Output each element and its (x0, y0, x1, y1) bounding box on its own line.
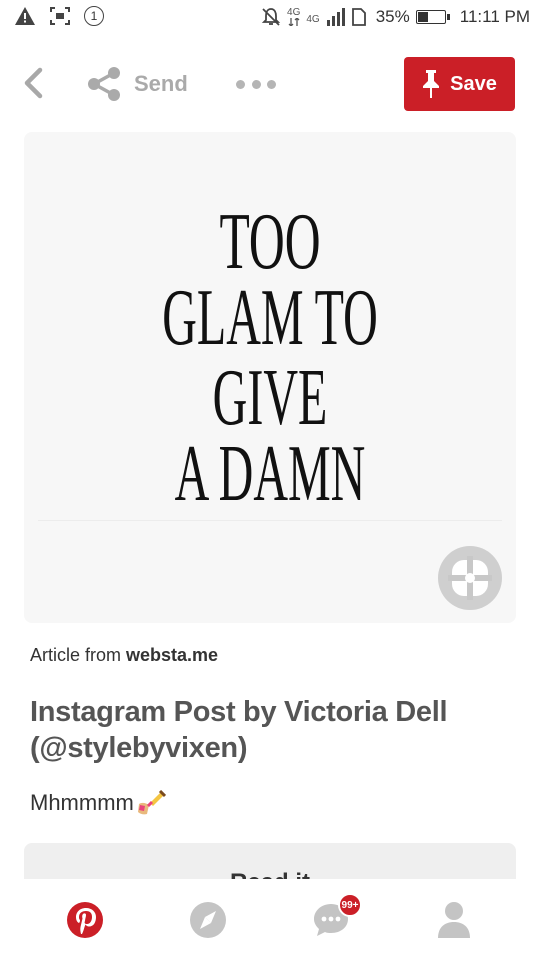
sim-icon (351, 8, 366, 26)
article-source[interactable]: Article from websta.me (30, 645, 218, 666)
nav-home[interactable] (65, 900, 105, 940)
pin-title: Instagram Post by Victoria Dell (@styleb… (30, 696, 448, 764)
quote-line: A DAMN (174, 430, 366, 518)
send-label: Send (134, 71, 188, 96)
status-bar: 1 4G 4G 35% 11:11 PM (0, 0, 540, 36)
visual-search-button[interactable] (438, 546, 502, 610)
read-it-button-container: Read it (24, 843, 516, 879)
network-top-label: 4G (287, 7, 301, 18)
warning-icon (14, 6, 36, 26)
send-button[interactable]: Send (86, 66, 188, 102)
signal-icon (326, 8, 346, 26)
back-arrow-icon (24, 67, 43, 99)
screenshot-icon (50, 7, 70, 25)
nav-profile[interactable] (434, 900, 474, 940)
image-divider (38, 520, 502, 521)
back-button[interactable] (18, 66, 50, 100)
pin-description: Mhmmmm (30, 790, 166, 816)
description-text: Mhmmmm (30, 790, 134, 815)
profile-icon (438, 902, 470, 938)
battery-percent: 35% (375, 7, 410, 26)
pin-image[interactable]: TOO GLAM TO GIVE A DAMN (24, 132, 516, 623)
source-prefix: Article from (30, 645, 122, 665)
messages-badge: 99+ (338, 893, 362, 917)
compass-icon (190, 902, 226, 938)
more-dot-icon (236, 79, 245, 89)
more-dot-icon (251, 79, 261, 89)
nail-polish-emoji-icon (137, 790, 166, 815)
notifications-muted-icon (261, 7, 281, 27)
read-it-button[interactable]: Read it (24, 843, 516, 879)
bottom-navigation (0, 880, 540, 960)
battery-icon (415, 10, 450, 24)
pin-image-quote: TOO GLAM TO GIVE A DAMN (24, 202, 516, 514)
quote-line: TOO (219, 198, 321, 286)
source-domain: websta.me (126, 645, 219, 665)
more-options-button[interactable] (236, 74, 276, 94)
notification-count: 1 (84, 6, 104, 26)
visual-search-icon (448, 556, 492, 600)
pinterest-logo-icon (67, 902, 103, 938)
share-icon (88, 67, 120, 101)
save-label: Save (450, 72, 497, 95)
more-dot-icon (267, 79, 276, 89)
network-type-icon: 4G (287, 8, 300, 26)
network-label: 4G (306, 14, 320, 25)
clock: 11:11 PM (459, 7, 530, 26)
battery-fill (417, 12, 428, 22)
save-button[interactable]: Save (404, 57, 515, 111)
quote-line: GLAM TO GIVE (162, 274, 378, 442)
nav-explore[interactable] (188, 900, 228, 940)
pin-action-bar: Send Save (0, 52, 540, 116)
pin-icon (423, 70, 440, 98)
